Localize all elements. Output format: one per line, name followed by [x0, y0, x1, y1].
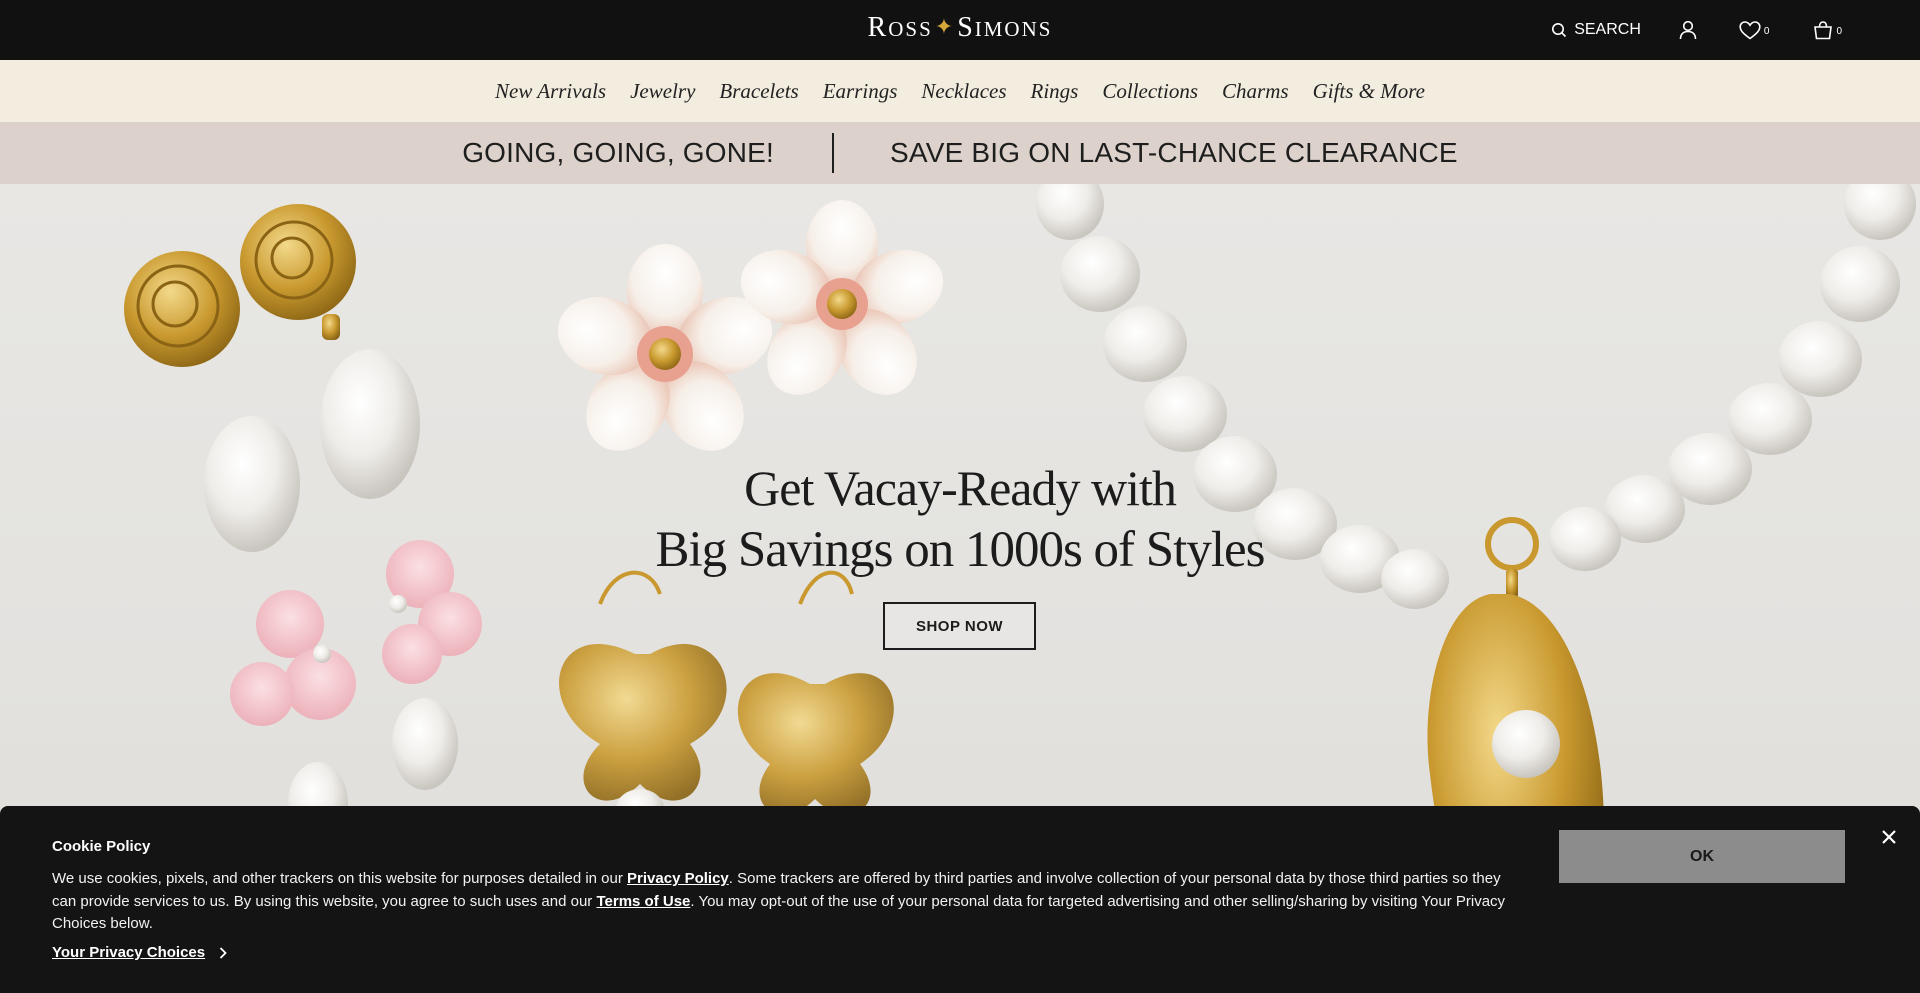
nav-item-gifts-more[interactable]: Gifts & More [1313, 79, 1425, 104]
cookie-title: Cookie Policy [52, 838, 151, 855]
pink-flower-earrings [230, 540, 482, 846]
search-button[interactable]: SEARCH [1551, 21, 1641, 39]
cart-count: 0 [1836, 26, 1842, 37]
cookie-banner: Cookie Policy We use cookies, pixels, an… [0, 806, 1920, 993]
category-nav: New Arrivals Jewelry Bracelets Earrings … [0, 60, 1920, 122]
logo-text-simons-initial: S [957, 12, 975, 43]
account-button[interactable] [1679, 20, 1697, 40]
promo-right-text: SAVE BIG ON LAST-CHANCE CLEARANCE [890, 137, 1458, 168]
nav-item-bracelets[interactable]: Bracelets [719, 79, 798, 104]
logo-text-simons: IMONS [974, 17, 1053, 41]
nav-item-earrings[interactable]: Earrings [823, 79, 898, 104]
logo-text-ross-initial: R [867, 12, 889, 43]
hero-headline-line2: Big Savings on 1000s of Styles [655, 522, 1266, 578]
terms-of-use-link[interactable]: Terms of Use [596, 893, 690, 910]
nav-item-rings[interactable]: Rings [1031, 79, 1079, 104]
cart-button[interactable]: 0 [1813, 20, 1842, 40]
close-icon [1882, 830, 1896, 844]
heart-icon [1739, 20, 1761, 39]
top-bar: ROSS✦SIMONS SEARCH 0 0 [0, 0, 1920, 60]
wishlist-count: 0 [1763, 26, 1770, 37]
cookie-text-part1: We use cookies, pixels, and other tracke… [52, 870, 628, 887]
nav-item-necklaces[interactable]: Necklaces [921, 79, 1006, 104]
logo-star-icon: ✦ [934, 14, 956, 39]
chevron-right-icon [219, 946, 227, 959]
flower-earrings [557, 200, 944, 451]
nav-item-charms[interactable]: Charms [1222, 79, 1289, 104]
shop-now-button[interactable]: SHOP NOW [883, 602, 1036, 650]
wishlist-button[interactable]: 0 [1739, 20, 1770, 40]
hero-headline-line1: Get Vacay-Ready with [744, 460, 1177, 516]
account-icon [1679, 20, 1697, 40]
cookie-close-button[interactable] [1878, 826, 1900, 848]
search-icon [1552, 23, 1567, 38]
cookie-ok-button[interactable]: OK [1559, 830, 1845, 883]
logo-text-ross: OSS [888, 17, 933, 41]
privacy-choices-label: Your Privacy Choices [52, 944, 206, 961]
privacy-policy-link[interactable]: Privacy Policy [627, 870, 729, 887]
cookie-text: We use cookies, pixels, and other tracke… [52, 868, 1512, 936]
nav-item-new-arrivals[interactable]: New Arrivals [495, 79, 606, 104]
promo-left-text: GOING, GOING, GONE! [462, 137, 775, 168]
nav-item-jewelry[interactable]: Jewelry [630, 79, 695, 104]
cart-icon [1814, 20, 1833, 39]
promo-banner[interactable]: GOING, GOING, GONE! SAVE BIG ON LAST-CHA… [0, 122, 1920, 184]
promo-divider [832, 133, 835, 173]
search-label: SEARCH [1574, 21, 1641, 38]
header-actions: SEARCH 0 0 [1551, 0, 1842, 60]
nav-item-collections[interactable]: Collections [1102, 79, 1198, 104]
privacy-choices-link[interactable]: Your Privacy Choices [52, 944, 227, 961]
butterfly-earrings [559, 570, 894, 829]
